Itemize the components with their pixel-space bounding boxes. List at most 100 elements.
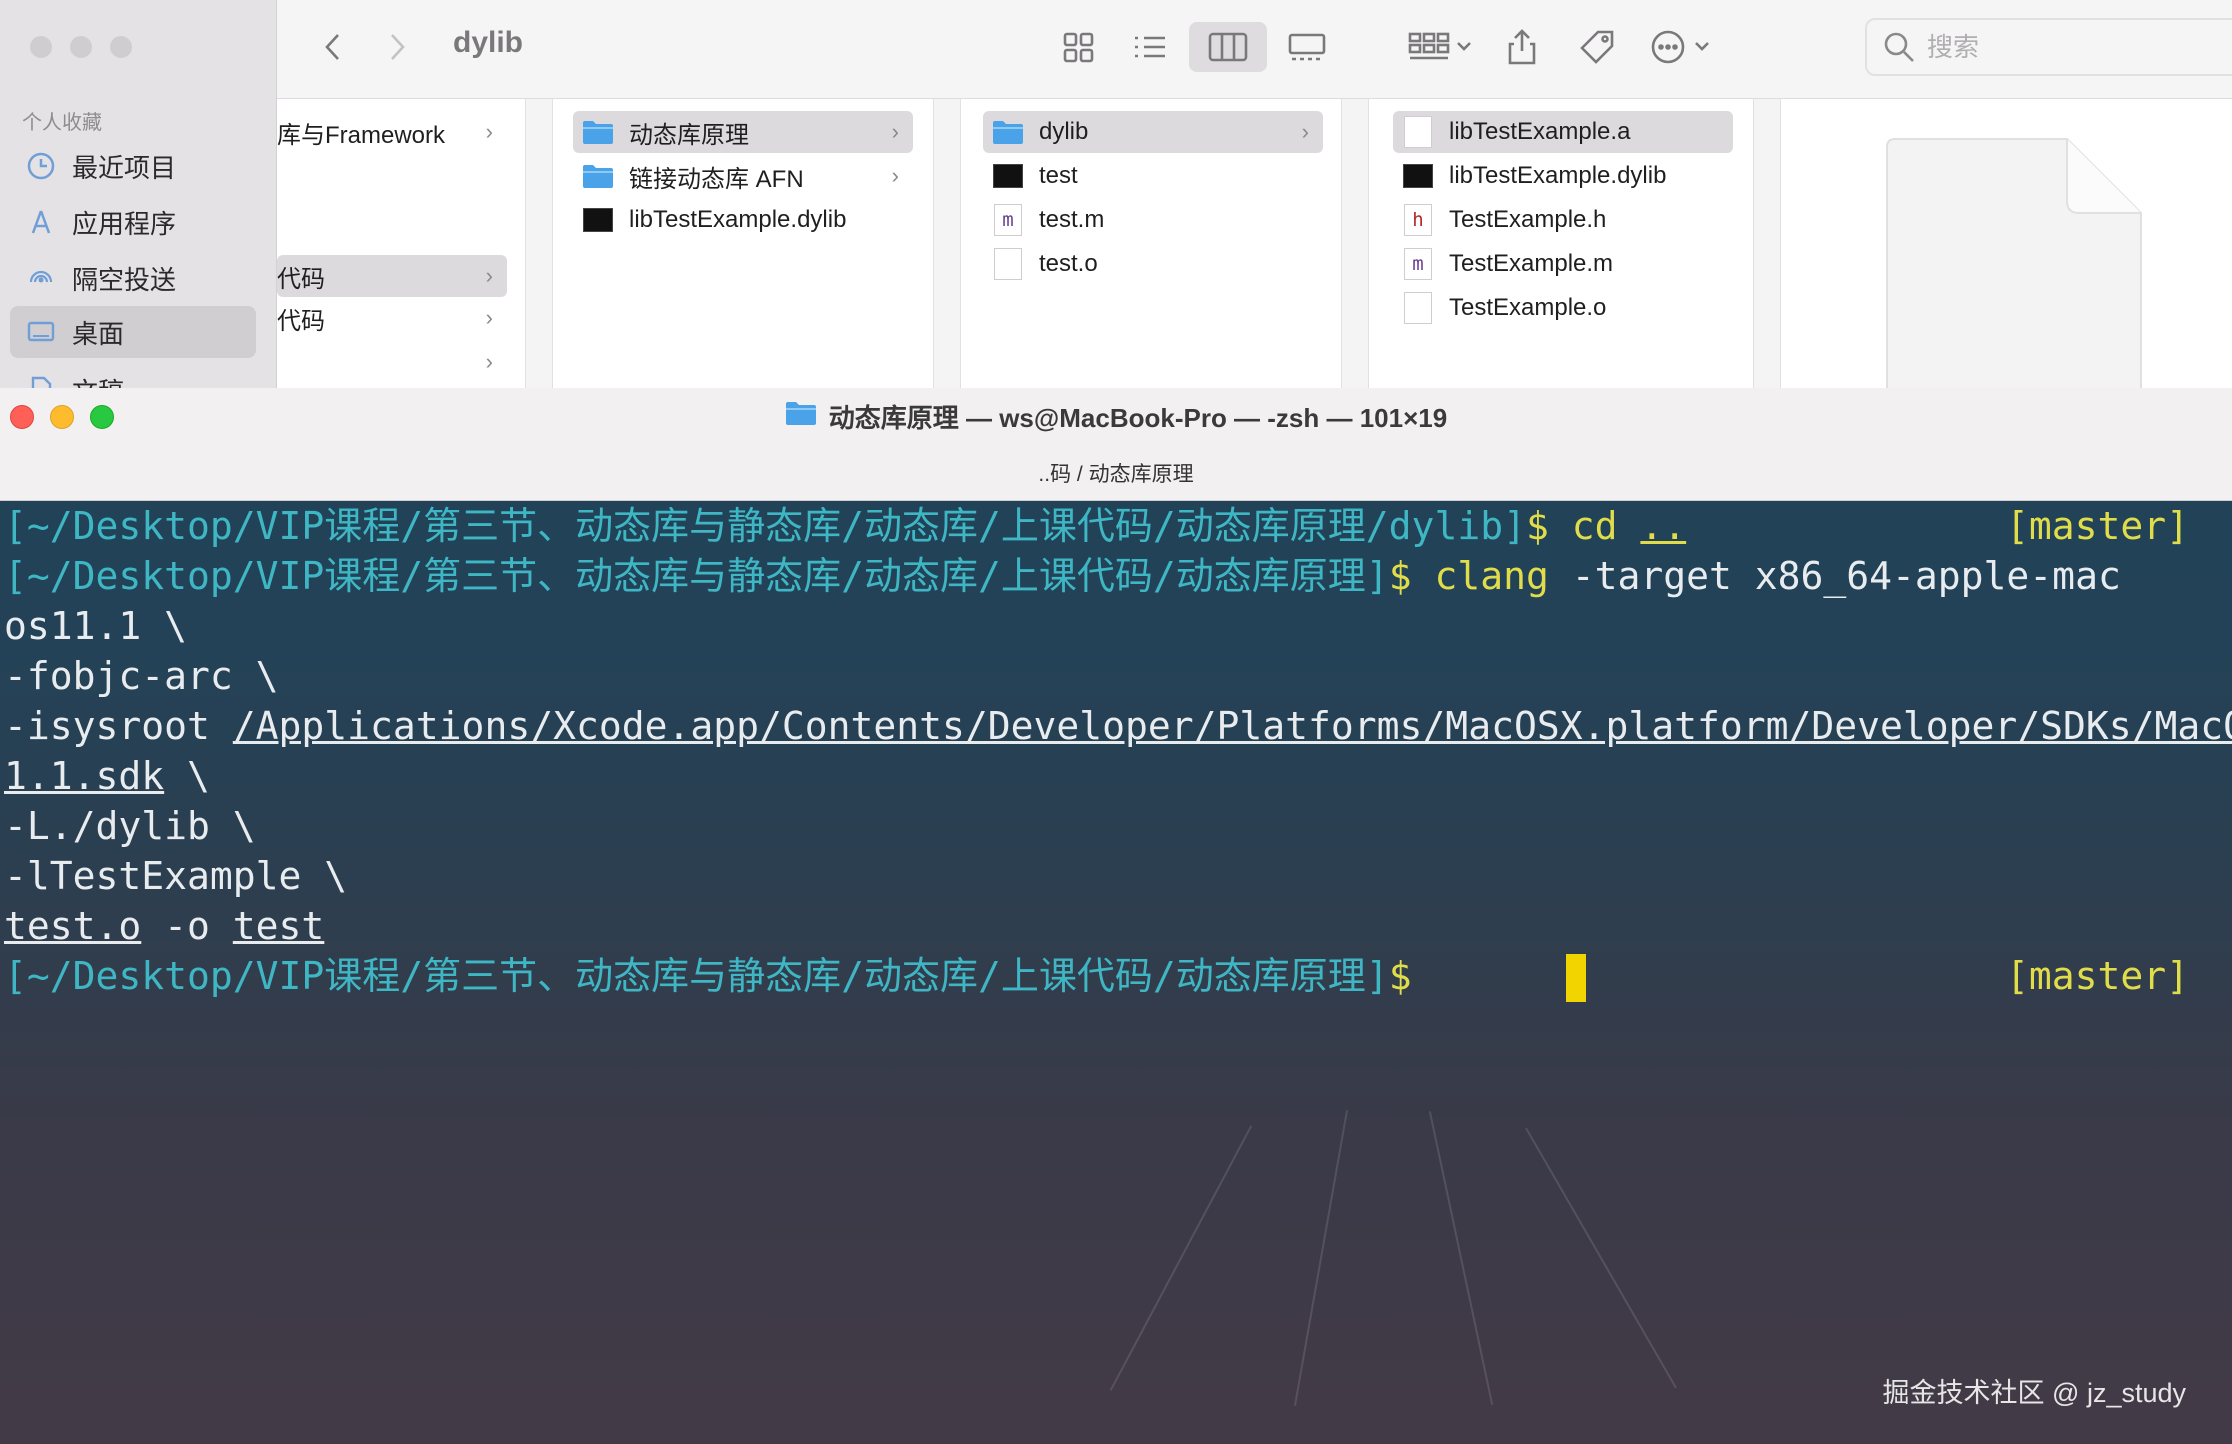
grid-icon (1063, 32, 1094, 63)
terminal-line: [~/Desktop/VIP课程/第三节、动态库与静态库/动态库/上课代码/动态… (4, 951, 1412, 1001)
minimize-button[interactable] (70, 36, 92, 58)
item-label: libTestExample.dylib (1449, 162, 1667, 189)
list-item[interactable]: h TestExample.h (1393, 199, 1733, 241)
folder-icon (991, 116, 1025, 148)
executable-icon (1401, 160, 1435, 192)
terminal-line: -L./dylib \ (4, 804, 256, 848)
terminal-window: 动态库原理 — ws@MacBook-Pro — -zsh — 101×19 .… (0, 388, 2232, 1444)
search-field[interactable] (1865, 18, 2232, 76)
finder-column-1: 库与Framework › 代码 › 代码 › › (277, 99, 526, 388)
share-button[interactable] (1497, 22, 1547, 72)
header-file-icon: h (1401, 204, 1435, 236)
terminal-tab[interactable]: ..码 / 动态库原理 (0, 458, 2232, 488)
item-label: libTestExample.a (1449, 118, 1631, 145)
list-item[interactable]: dylib › (983, 111, 1323, 153)
tag-button[interactable] (1567, 22, 1627, 72)
view-list-button[interactable] (1123, 22, 1177, 72)
sidebar-item-label: 文稿 (72, 372, 124, 389)
chevron-right-icon: › (485, 305, 493, 330)
sidebar-item-desktop[interactable]: 桌面 (10, 306, 256, 358)
sidebar-item-documents[interactable]: 文稿 (10, 364, 256, 388)
objc-file-icon: m (991, 204, 1025, 236)
clock-icon (18, 151, 64, 181)
prompt-path: [~/Desktop/VIP课程/第三节、动态库与静态库/动态库/上课代码/动态… (4, 954, 1389, 998)
command-arg: .. (1640, 504, 1687, 548)
terminal-line: os11.1 \ (4, 604, 188, 648)
preview-pane (1781, 99, 2232, 388)
sidebar-section-favorites: 个人收藏 (22, 112, 102, 134)
view-icon-button[interactable] (1051, 22, 1105, 72)
list-item[interactable]: 链接动态库 AFN › (573, 155, 913, 197)
document-icon (18, 375, 64, 388)
list-item[interactable]: TestExample.o (1393, 287, 1733, 329)
column-divider (526, 99, 553, 388)
list-item[interactable]: libTestExample.a (1393, 111, 1733, 153)
terminal-line: test.o -o test (4, 901, 324, 951)
prompt-symbol: $ (1525, 504, 1549, 548)
apps-icon (18, 207, 64, 237)
item-label: 链接动态库 AFN (629, 165, 804, 193)
chevron-right-icon: › (1301, 119, 1309, 144)
terminal-line: -fobjc-arc \ (4, 654, 279, 698)
sdk-path: /Applications/Xcode.app/Contents/Develop… (232, 704, 2232, 748)
finder-column-2: 动态库原理 › 链接动态库 AFN › libTestExample.dylib (553, 99, 934, 388)
folder-icon (581, 160, 615, 192)
ellipsis-icon (1651, 30, 1709, 64)
list-item[interactable]: libTestExample.dylib (573, 199, 913, 241)
item-label: libTestExample.dylib (629, 206, 847, 233)
item-label: TestExample.h (1449, 206, 1607, 233)
sidebar-item-label: 最近项目 (72, 152, 177, 183)
list-item[interactable]: m TestExample.m (1393, 243, 1733, 285)
folder-icon (785, 400, 817, 433)
more-button[interactable] (1643, 22, 1723, 72)
sidebar-item-recents[interactable]: 最近项目 (10, 140, 256, 192)
list-item[interactable]: test.o (983, 243, 1323, 285)
finder-sidebar: 个人收藏 最近项目 应用程序 隔空投送 桌面 (0, 0, 277, 388)
search-input[interactable] (1925, 30, 2229, 64)
list-item[interactable]: 代码 › (277, 297, 507, 339)
item-label: 代码 (277, 307, 325, 335)
item-label: test.o (1039, 250, 1098, 277)
group-button[interactable] (1401, 22, 1481, 72)
terminal-line: -lTestExample \ (4, 854, 348, 898)
objc-file-icon: m (1401, 248, 1435, 280)
list-item[interactable]: 动态库原理 › (573, 111, 913, 153)
chevron-right-icon: › (891, 163, 899, 188)
terminal-title-text: 动态库原理 — ws@MacBook-Pro — -zsh — 101×19 (828, 403, 1448, 433)
sidebar-item-airdrop[interactable]: 隔空投送 (10, 252, 256, 304)
chevron-right-icon (391, 34, 405, 60)
executable-icon (991, 160, 1025, 192)
gallery-icon (1288, 33, 1326, 61)
line-continuation: \ (164, 754, 210, 798)
close-button[interactable] (30, 36, 52, 58)
git-branch: [master] (2006, 954, 2190, 998)
forward-button[interactable] (377, 22, 417, 72)
list-item[interactable]: 库与Framework › (277, 111, 507, 153)
item-label: 代码 (277, 265, 325, 293)
item-label: test (1039, 162, 1078, 189)
list-item[interactable]: libTestExample.dylib (1393, 155, 1733, 197)
terminal-line: 1.1.sdk \ (4, 751, 210, 801)
document-preview-icon (1886, 138, 2142, 388)
chevron-right-icon: › (485, 263, 493, 288)
list-item[interactable]: 代码 › (277, 255, 507, 297)
view-column-button[interactable] (1189, 22, 1267, 72)
list-item[interactable]: m test.m (983, 199, 1323, 241)
input-file: test.o (4, 904, 142, 948)
group-icon (1408, 32, 1471, 60)
terminal-output[interactable]: [~/Desktop/VIP课程/第三节、动态库与静态库/动态库/上课代码/动态… (0, 501, 2232, 1444)
sidebar-item-applications[interactable]: 应用程序 (10, 196, 256, 248)
view-gallery-button[interactable] (1277, 22, 1337, 72)
list-item[interactable]: test (983, 155, 1323, 197)
zoom-button[interactable] (110, 36, 132, 58)
tag-icon (1580, 30, 1614, 64)
prompt-symbol: $ (1388, 554, 1412, 598)
column-divider (1342, 99, 1369, 388)
chevron-left-icon (325, 34, 339, 60)
command: cd (1571, 504, 1618, 548)
list-item[interactable]: › (277, 341, 507, 383)
back-button[interactable] (313, 22, 353, 72)
item-label: 库与Framework (277, 121, 446, 149)
command: clang (1434, 554, 1549, 598)
chevron-right-icon: › (485, 349, 493, 374)
